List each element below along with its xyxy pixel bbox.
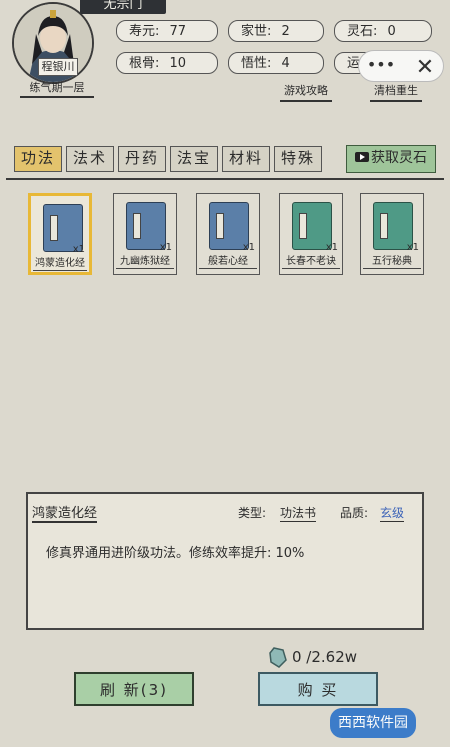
stat-label: 悟性:	[241, 56, 272, 71]
item-name: 五行秘典	[363, 256, 421, 269]
detail-type-label: 类型:	[238, 506, 267, 520]
detail-quality-value: 玄级	[380, 506, 405, 522]
tab-materials[interactable]: 材料	[222, 146, 270, 172]
stat-value: 77	[169, 24, 187, 39]
stat-value: 10	[169, 56, 187, 71]
game-guide-link[interactable]: 游戏攻略	[280, 82, 332, 102]
player-realm: 练气期一层	[20, 80, 94, 98]
more-icon[interactable]: •••	[366, 56, 396, 76]
item-name: 长春不老诀	[282, 256, 340, 269]
player-name: 程银川	[38, 58, 78, 76]
stat-label: 家世:	[241, 24, 272, 39]
tab-techniques[interactable]: 功法	[14, 146, 62, 172]
item-card[interactable]: x1 般若心经	[196, 193, 260, 275]
price-text: 0 /2.62w	[292, 648, 358, 666]
close-icon[interactable]: ✕	[412, 56, 438, 82]
spirit-stone-icon	[268, 646, 288, 668]
stat-value: 0	[387, 24, 396, 39]
stat-comprehension: 悟性: 4	[228, 52, 324, 74]
get-spirit-stone-label: 获取灵石	[371, 150, 427, 166]
item-qty: x1	[406, 242, 419, 253]
item-qty: x1	[159, 242, 172, 253]
tab-artifacts[interactable]: 法宝	[170, 146, 218, 172]
stat-lifespan: 寿元: 77	[116, 20, 218, 42]
stat-label: 灵石:	[347, 24, 378, 39]
get-spirit-stone-button[interactable]: 获取灵石	[346, 145, 436, 173]
reset-game-link[interactable]: 清档重生	[370, 82, 422, 102]
watermark-text: 西西软件园	[338, 715, 408, 731]
buy-button[interactable]: 购 买	[258, 672, 378, 706]
divider	[6, 178, 444, 180]
item-card[interactable]: x1 九幽炼狱经	[113, 193, 177, 275]
stat-family: 家世: 2	[228, 20, 324, 42]
item-qty: x1	[325, 242, 338, 253]
item-card[interactable]: x1 鸿蒙造化经	[28, 193, 92, 275]
detail-type-value: 功法书	[280, 506, 317, 522]
stat-label: 寿元:	[129, 24, 160, 39]
item-name: 九幽炼狱经	[116, 256, 174, 269]
stat-spirit-stone: 灵石: 0	[334, 20, 432, 42]
watermark-logo: 西西软件园	[330, 708, 416, 738]
item-qty: x1	[242, 242, 255, 253]
detail-quality-label: 品质:	[340, 506, 369, 520]
tab-pills[interactable]: 丹药	[118, 146, 166, 172]
item-detail-panel: 鸿蒙造化经 类型: 功法书 品质: 玄级 修真界通用进阶级功法。修练效率提升: …	[26, 492, 424, 630]
item-name: 鸿蒙造化经	[33, 258, 87, 271]
detail-description: 修真界通用进阶级功法。修练效率提升: 10%	[46, 546, 305, 561]
sect-name: 无宗门	[80, 0, 166, 14]
detail-item-name: 鸿蒙造化经	[32, 502, 98, 523]
stat-value: 2	[281, 24, 290, 39]
play-icon	[355, 152, 369, 162]
stat-label: 根骨:	[129, 56, 160, 71]
item-qty: x1	[72, 244, 85, 255]
refresh-button[interactable]: 刷 新(3)	[74, 672, 194, 706]
stat-value: 4	[281, 56, 290, 71]
item-card[interactable]: x1 五行秘典	[360, 193, 424, 275]
tab-spells[interactable]: 法术	[66, 146, 114, 172]
stat-bone: 根骨: 10	[116, 52, 218, 74]
item-card[interactable]: x1 长春不老诀	[279, 193, 343, 275]
item-name: 般若心经	[199, 256, 257, 269]
tab-special[interactable]: 特殊	[274, 146, 322, 172]
